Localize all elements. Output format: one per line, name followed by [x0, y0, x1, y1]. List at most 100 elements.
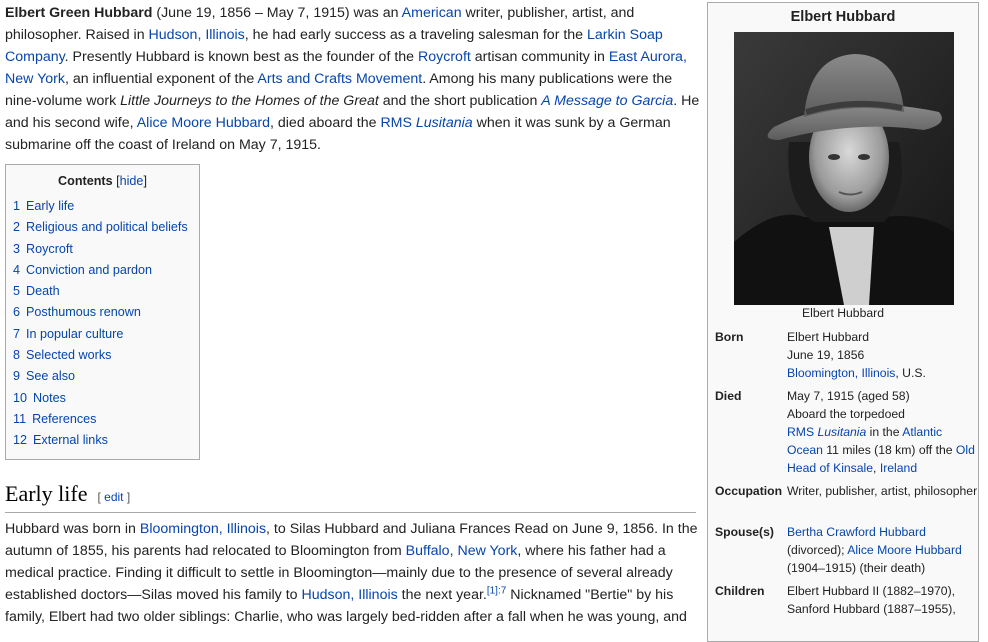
lead-text: (June 19, 1856 – May 7, 1915) was an: [152, 5, 402, 21]
lead-text: . Presently Hubbard is known best as the…: [64, 49, 418, 65]
toc-item-number: 4: [13, 262, 21, 277]
lead-text: , died aboard the: [270, 115, 381, 131]
died-text: 11 miles (18 km) off the: [822, 443, 956, 457]
body-text: the next year.: [397, 587, 487, 603]
toc-item-label[interactable]: References: [32, 412, 96, 426]
link-alice-moore-hubbard[interactable]: Alice Moore Hubbard: [137, 115, 270, 131]
section-edit-link[interactable]: edit: [104, 490, 123, 504]
link-rms-part: RMS: [787, 425, 818, 439]
link-born-bloomington[interactable]: Bloomington, Illinois: [787, 366, 895, 380]
toc-item-label[interactable]: Religious and political beliefs: [26, 220, 188, 234]
link-american[interactable]: American: [402, 5, 462, 21]
toc-item-number: 3: [13, 241, 21, 256]
died-location: RMS Lusitania in the Atlantic Ocean 11 m…: [787, 423, 979, 477]
born-date: June 19, 1856: [787, 348, 865, 362]
died-text: ,: [873, 461, 880, 475]
toc-title: Contents [hide]: [6, 174, 199, 188]
toc-item[interactable]: 8 Selected works: [13, 345, 199, 366]
born-place: Bloomington, Illinois, U.S.: [787, 364, 979, 382]
child-entry: Sanford Hubbard (1887–1955),: [787, 602, 956, 616]
toc-item[interactable]: 10 Notes: [13, 388, 199, 409]
toc-item-number: 6: [13, 305, 21, 320]
link-hudson-illinois-2[interactable]: Hudson, Illinois: [302, 587, 398, 603]
toc-item-label[interactable]: Conviction and pardon: [26, 263, 152, 277]
toc-item-label[interactable]: Notes: [33, 391, 66, 405]
early-life-paragraph: Hubbard was born in Bloomington, Illinoi…: [5, 518, 700, 628]
occupation-label: Occupation: [715, 484, 783, 498]
link-buffalo-new-york[interactable]: Buffalo, New York: [406, 543, 518, 559]
toc-item-number: 7: [13, 326, 21, 341]
children-value: Elbert Hubbard II (1882–1970), Sanford H…: [787, 582, 979, 618]
link-message-to-garcia[interactable]: A Message to Garcia: [541, 93, 673, 109]
portrait-caption: Elbert Hubbard: [802, 306, 884, 320]
infobox: Elbert Hubbard Elbert Hubbard Born Elber…: [707, 2, 979, 642]
died-value: May 7, 1915 (aged 58) Aboard the torpedo…: [787, 387, 979, 477]
link-ireland[interactable]: Ireland: [880, 461, 917, 475]
children-label: Children: [715, 584, 765, 598]
toc-title-text: Contents: [58, 174, 113, 188]
toc-item-number: 1: [13, 199, 21, 213]
born-label: Born: [715, 330, 744, 344]
toc-item-number: 9: [13, 369, 21, 384]
toc-item-number: 12: [13, 433, 28, 448]
toc-item[interactable]: 6 Posthumous renown: [13, 302, 199, 323]
toc-item-label[interactable]: In popular culture: [26, 327, 123, 341]
died-text: in the: [866, 425, 903, 439]
link-alice-moore-hubbard-2[interactable]: Alice Moore Hubbard: [847, 543, 961, 557]
link-died-rms-lusitania[interactable]: RMS Lusitania: [787, 425, 866, 439]
spouses-value: Bertha Crawford Hubbard (divorced); Alice…: [787, 523, 979, 577]
spouse-note: (divorced);: [787, 543, 848, 557]
portrait-photo[interactable]: [734, 32, 954, 305]
died-date: May 7, 1915 (aged 58): [787, 389, 910, 403]
link-arts-and-crafts[interactable]: Arts and Crafts Movement: [257, 71, 422, 87]
toc-item-label[interactable]: See also: [26, 369, 75, 383]
toc-item-label[interactable]: Posthumous renown: [26, 305, 141, 319]
body-text: Hubbard was born in: [5, 521, 140, 537]
born-place-country: , U.S.: [895, 366, 926, 380]
reference-link[interactable]: [1]:7: [487, 585, 506, 596]
link-roycroft[interactable]: Roycroft: [418, 49, 471, 65]
toc-list: 1 Early life 2 Religious and political beli…: [6, 196, 199, 452]
child-entry: Elbert Hubbard II (1882–1970),: [787, 584, 956, 598]
link-rms-lusitania[interactable]: RMS Lusitania: [380, 115, 472, 131]
toc-item[interactable]: 2 Religious and political beliefs: [13, 217, 199, 238]
died-location-text: Aboard the torpedoed: [787, 407, 905, 421]
toc-item-number: 8: [13, 348, 21, 363]
toc-item-number: 2: [13, 220, 21, 235]
work-title-little-journeys: Little Journeys to the Homes of the Grea…: [120, 93, 379, 109]
toc-item-label[interactable]: Selected works: [26, 348, 111, 362]
lead-text: artisan community in: [470, 49, 609, 65]
toc-hide-wrapper: [hide]: [116, 174, 147, 188]
infobox-title: Elbert Hubbard: [790, 9, 896, 25]
link-lusitania-part: Lusitania: [415, 115, 473, 131]
toc-item-label[interactable]: External links: [33, 433, 108, 447]
section-title: Early life: [5, 481, 88, 506]
toc-item[interactable]: 4 Conviction and pardon: [13, 260, 199, 281]
table-of-contents: Contents [hide] 1 Early life 2 Religious an…: [5, 164, 200, 460]
born-name: Elbert Hubbard: [787, 330, 869, 344]
toc-item-label[interactable]: Early life: [26, 199, 74, 213]
occupation-value: Writer, publisher, artist, philosopher: [787, 484, 978, 498]
toc-item-label[interactable]: Death: [26, 284, 60, 298]
lead-paragraph: Elbert Green Hubbard (June 19, 1856 – Ma…: [5, 2, 700, 156]
link-hudson-illinois[interactable]: Hudson, Illinois: [149, 27, 245, 43]
toc-item[interactable]: 9 See also: [13, 366, 199, 387]
toc-item-label[interactable]: Roycroft: [26, 242, 73, 256]
link-lusitania-part: Lusitania: [817, 425, 867, 439]
section-heading-early-life: Early life [ edit ]: [5, 481, 696, 513]
toc-item[interactable]: 7 In popular culture: [13, 324, 199, 345]
spouse-note: (1904–1915) (their death): [787, 561, 926, 575]
toc-item-number: 11: [13, 411, 27, 426]
portrait-image: [734, 32, 954, 305]
toc-hide-link[interactable]: hide: [120, 174, 144, 188]
link-bertha-crawford-hubbard[interactable]: Bertha Crawford Hubbard: [787, 525, 926, 539]
link-rms-part: RMS: [380, 115, 416, 131]
toc-item[interactable]: 11 References: [13, 409, 199, 430]
toc-item[interactable]: 12 External links: [13, 430, 199, 451]
toc-item[interactable]: 3 Roycroft: [13, 239, 199, 260]
toc-item[interactable]: 5 Death: [13, 281, 199, 302]
toc-item-number: 10: [13, 390, 28, 405]
bracket: ]: [143, 174, 147, 188]
toc-item[interactable]: 1 Early life: [13, 196, 199, 217]
link-bloomington-illinois[interactable]: Bloomington, Illinois: [140, 521, 266, 537]
